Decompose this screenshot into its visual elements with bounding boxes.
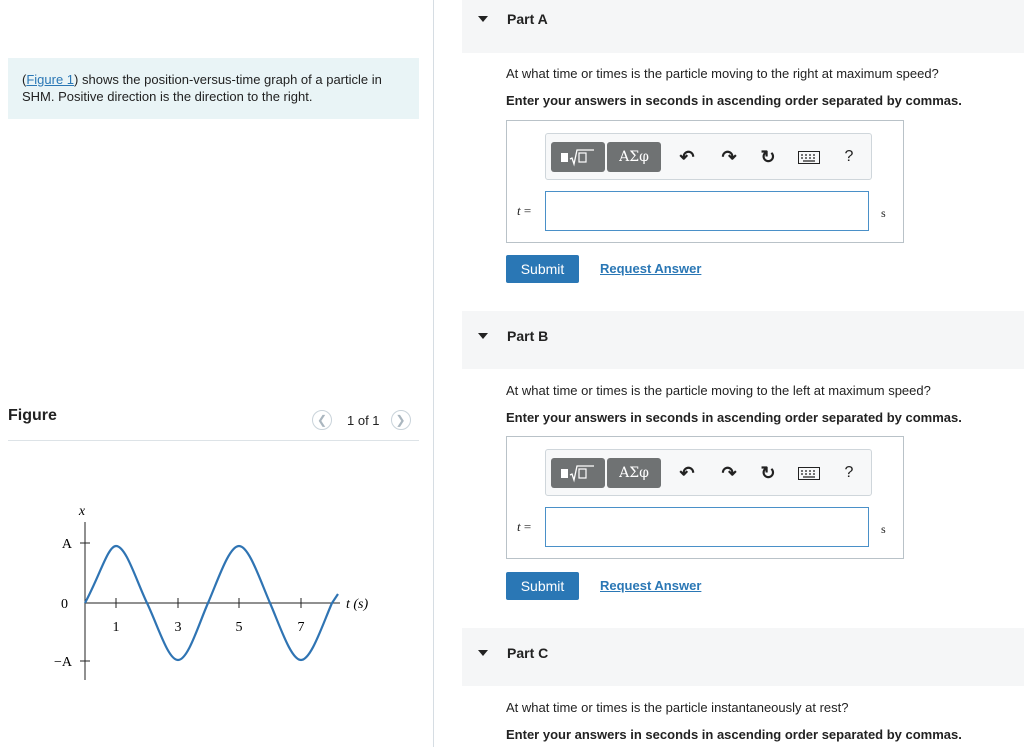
help-button[interactable]: ?	[838, 146, 860, 168]
part-c-label: Part C	[507, 645, 549, 661]
greek-symbols-button[interactable]: AΣφ	[607, 142, 661, 172]
answer-input[interactable]	[545, 507, 869, 547]
figure-link[interactable]: Figure 1	[26, 72, 74, 87]
part-a-header[interactable]: Part A	[462, 0, 1024, 53]
y-axis-label: x	[78, 504, 86, 519]
part-b-question: At what time or times is the particle mo…	[506, 383, 931, 398]
undo-icon[interactable]: ↶	[676, 146, 698, 168]
x-tick-label-3: 3	[175, 620, 182, 635]
equals-sign: =	[520, 203, 532, 218]
collapse-triangle-icon	[478, 333, 488, 339]
y-tick-label-zero: 0	[61, 597, 68, 612]
problem-intro: (Figure 1) shows the position-versus-tim…	[8, 58, 419, 119]
part-a-instruction: Enter your answers in seconds in ascendi…	[506, 93, 962, 108]
equals-sign: =	[520, 519, 532, 534]
math-template-button[interactable]	[551, 458, 605, 488]
part-b-label: Part B	[507, 328, 549, 344]
x-tick-label-1: 1	[113, 620, 120, 635]
position-time-graph: x A 0 −A 1 3 5 7 t (s)	[54, 504, 369, 680]
chevron-left-icon[interactable]: ❮	[312, 410, 332, 430]
part-a-answer-box: AΣφ ↶ ↷ ↻ ? t = s	[506, 120, 904, 243]
redo-icon[interactable]: ↷	[718, 462, 740, 484]
math-toolbar: AΣφ ↶ ↷ ↻ ?	[545, 133, 872, 180]
variable-label: t =	[517, 203, 531, 219]
part-c-question: At what time or times is the particle in…	[506, 700, 849, 715]
variable-label: t =	[517, 519, 531, 535]
collapse-triangle-icon	[478, 650, 488, 656]
part-a-label: Part A	[507, 11, 548, 27]
part-c-header[interactable]: Part C	[462, 628, 1024, 686]
unit-label: s	[881, 522, 886, 536]
part-c-instruction: Enter your answers in seconds in ascendi…	[506, 727, 962, 742]
collapse-triangle-icon	[478, 16, 488, 22]
part-b-answer-box: AΣφ ↶ ↷ ↻ ? t = s	[506, 436, 904, 559]
left-panel: (Figure 1) shows the position-versus-tim…	[0, 0, 432, 747]
figure-title: Figure	[8, 407, 57, 424]
intro-text: ) shows the position-versus-time graph o…	[22, 72, 382, 104]
redo-icon[interactable]: ↷	[718, 146, 740, 168]
undo-icon[interactable]: ↶	[676, 462, 698, 484]
reset-icon[interactable]: ↻	[757, 462, 779, 484]
submit-button[interactable]: Submit	[506, 572, 579, 600]
divider	[8, 440, 419, 441]
reset-icon[interactable]: ↻	[757, 146, 779, 168]
request-answer-link[interactable]: Request Answer	[600, 578, 701, 593]
part-a-question: At what time or times is the particle mo…	[506, 66, 939, 81]
radical-icon	[561, 149, 594, 167]
x-tick-label-5: 5	[236, 620, 243, 635]
part-b-instruction: Enter your answers in seconds in ascendi…	[506, 410, 962, 425]
y-tick-label-neg-a: −A	[54, 655, 73, 670]
y-tick-label-a: A	[62, 537, 73, 552]
pager-text: 1 of 1	[347, 412, 380, 428]
radical-icon	[561, 465, 594, 483]
unit-label: s	[881, 206, 886, 220]
submit-button[interactable]: Submit	[506, 255, 579, 283]
keyboard-icon[interactable]	[798, 146, 820, 168]
math-template-button[interactable]	[551, 142, 605, 172]
figure-pager: ❮ 1 of 1 ❯	[312, 408, 411, 432]
part-b-header[interactable]: Part B	[462, 311, 1024, 369]
math-toolbar: AΣφ ↶ ↷ ↻ ?	[545, 449, 872, 496]
chevron-right-icon[interactable]: ❯	[390, 410, 411, 430]
x-tick-label-7: 7	[298, 620, 305, 635]
keyboard-icon[interactable]	[798, 462, 820, 484]
answer-input[interactable]	[545, 191, 869, 231]
panel-divider	[433, 0, 434, 747]
x-axis-label: t (s)	[346, 597, 369, 612]
request-answer-link[interactable]: Request Answer	[600, 261, 701, 276]
greek-symbols-button[interactable]: AΣφ	[607, 458, 661, 488]
help-button[interactable]: ?	[838, 462, 860, 484]
